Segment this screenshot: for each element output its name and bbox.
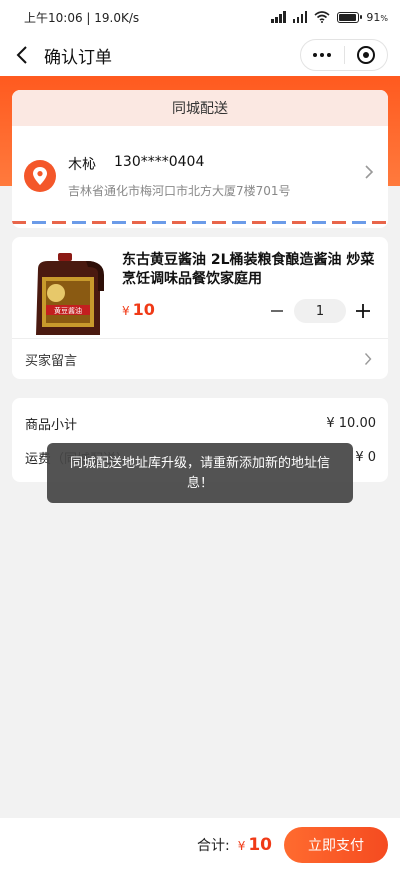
address-card: 同城配送 木杺 130****0404 吉林省通化市梅河口市北方大厦7楼701号 [12,90,388,228]
recipient-phone: 130****0404 [114,154,205,170]
battery-icon [337,11,363,23]
chevron-left-icon [16,46,27,64]
airmail-border [12,221,388,224]
back-button[interactable] [0,34,44,76]
close-mini-program-button[interactable] [345,40,388,70]
subtotal-label: 商品小计 [25,417,78,433]
address-detail: 吉林省通化市梅河口市北方大厦7楼701号 [68,184,291,198]
delivery-mode-tab[interactable]: 同城配送 [12,90,388,126]
subtotal-value: ¥ 10.00 [326,415,376,431]
recipient-info: 木杺 130****0404 [68,154,204,174]
quantity-input[interactable]: 1 [294,299,346,323]
target-icon [356,46,375,64]
product-card: 黄豆酱油 东古黄豆酱油 2L桶装粮食酿造酱油 炒菜烹饪调味品餐饮家庭用 ¥10 … [12,237,388,379]
page-title: 确认订单 [44,47,112,68]
more-dots-icon [313,53,332,57]
status-time-speed: 上午10:06 | 19.0K/s [24,10,140,25]
location-pin-icon [24,160,56,192]
wifi-icon [314,11,330,23]
plus-icon [356,304,370,318]
minus-icon [271,310,283,312]
signal-icon [271,11,286,23]
total-value: 10 [248,835,272,855]
subtotal-row: 商品小计 ¥ 10.00 [25,413,376,433]
total-amount: ¥10 [238,835,272,855]
chevron-right-icon [365,165,374,179]
quantity-stepper: 1 [266,299,374,323]
total-label: 合计: [196,838,230,854]
signal-icon-2 [292,11,308,23]
product-title: 东古黄豆酱油 2L桶装粮食酿造酱油 炒菜烹饪调味品餐饮家庭用 [122,252,375,287]
price-currency: ¥ [122,304,130,318]
decrease-button[interactable] [266,300,288,322]
product-image[interactable]: 黄豆酱油 [28,251,108,337]
checkout-bar: 合计: ¥10 立即支付 [0,818,400,872]
mini-program-capsule [300,39,388,71]
total-currency: ¥ [237,839,246,853]
status-icons: 91% [271,11,388,24]
pay-now-button[interactable]: 立即支付 [284,827,388,863]
shipping-value: ¥ 0 [355,449,376,465]
price-value: 10 [132,300,155,319]
buyer-remark-label: 买家留言 [25,353,78,369]
nav-bar: 确认订单 [0,34,400,76]
chevron-right-icon [364,353,372,365]
buyer-remark-row[interactable]: 买家留言 [12,338,388,379]
increase-button[interactable] [352,300,374,322]
product-price: ¥10 [122,300,155,319]
battery-level: 91% [366,10,388,24]
address-selector[interactable]: 木杺 130****0404 吉林省通化市梅河口市北方大厦7楼701号 [12,126,388,224]
status-bar: 上午10:06 | 19.0K/s 91% [0,0,400,34]
recipient-name: 木杺 [68,157,96,173]
toast-message: 同城配送地址库升级，请重新添加新的地址信息！ [47,443,353,503]
more-button[interactable] [301,40,344,70]
product-label-text: 黄豆酱油 [54,306,82,315]
